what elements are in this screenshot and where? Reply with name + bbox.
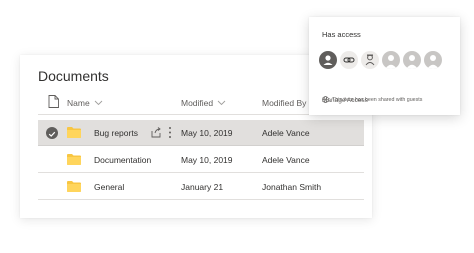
chevron-down-icon [94,100,103,106]
column-header-modified-by-label: Modified By [262,98,307,108]
folder-icon [67,127,81,138]
column-header-name-label: Name [67,98,90,108]
folder-icon [67,154,81,165]
manage-access-link[interactable]: Manage Access [322,97,368,104]
row-checkmark-icon[interactable] [46,127,58,139]
link-icon[interactable] [340,51,358,69]
file-name[interactable]: General [94,182,124,192]
person-placeholder-icon[interactable] [403,51,421,69]
more-options-icon[interactable] [168,126,172,139]
file-name[interactable]: Bug reports [94,128,138,138]
modified-by: Jonathan Smith [262,182,322,192]
modified-by: Adele Vance [262,155,310,165]
share-icon[interactable] [151,127,161,138]
table-row[interactable]: General January 21 Jonathan Smith [38,174,364,200]
chevron-down-icon [217,100,226,106]
person-avatar-icon[interactable] [319,51,337,69]
page-title: Documents [38,68,109,84]
table-row[interactable]: Bug reports May 10, 2019 Adele Vance [38,120,364,146]
stage: Documents Name Modified Modified By Bug … [0,0,474,253]
column-header-modified-label: Modified [181,98,214,108]
person-placeholder-icon[interactable] [382,51,400,69]
modified-by: Adele Vance [262,128,310,138]
modified-date: May 10, 2019 [181,128,233,138]
file-name[interactable]: Documentation [94,155,151,165]
file-type-icon[interactable] [48,95,59,108]
modified-date: January 21 [181,182,224,192]
column-header-name[interactable]: Name [67,98,103,108]
table-row[interactable]: Documentation May 10, 2019 Adele Vance [38,147,364,173]
person-placeholder-icon[interactable] [424,51,442,69]
guest-avatar-icon[interactable] [361,51,379,69]
column-header-modified[interactable]: Modified [181,98,226,108]
access-avatar-list [319,51,442,69]
modified-date: May 10, 2019 [181,155,233,165]
popup-title: Has access [322,30,361,39]
folder-icon [67,181,81,192]
